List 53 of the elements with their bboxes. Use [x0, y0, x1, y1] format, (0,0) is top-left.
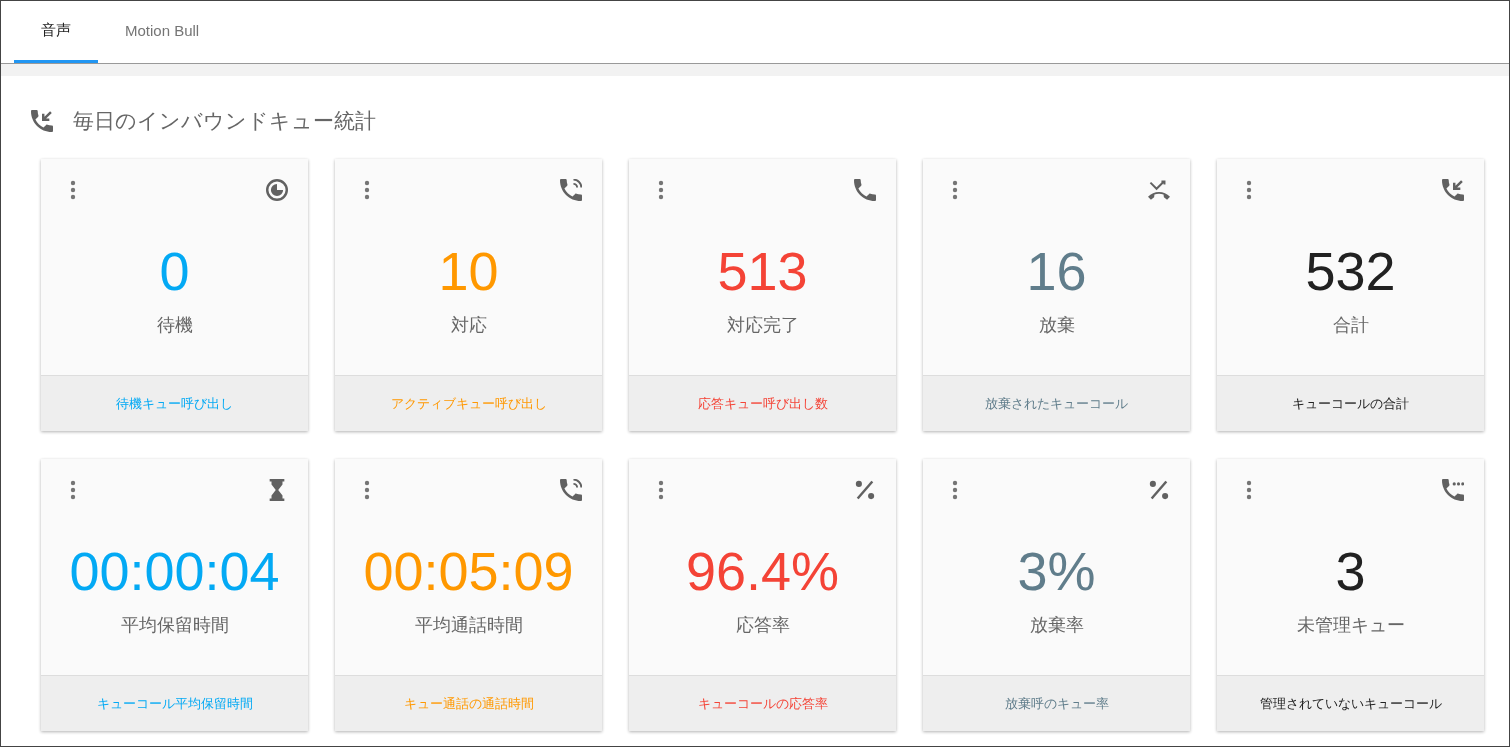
percent-icon: [854, 479, 876, 501]
footer-text: 待機キュー呼び出し: [116, 394, 233, 413]
footer-text: アクティブキュー呼び出し: [390, 394, 547, 413]
percent-icon: [1148, 479, 1170, 501]
stat-value: 16: [1026, 241, 1087, 301]
footer-text: キューコールの応答率: [697, 694, 828, 713]
stat-value: 00:00:04: [69, 541, 280, 601]
phone-dots-icon: [1442, 479, 1464, 501]
footer-text: キューコールの合計: [1292, 394, 1409, 413]
stat-label: 対応完了: [726, 314, 799, 337]
more-options-icon[interactable]: [364, 480, 370, 500]
more-options-icon[interactable]: [658, 180, 664, 200]
more-options-icon[interactable]: [658, 480, 664, 500]
missed-call-icon: [1148, 179, 1170, 201]
more-options-icon[interactable]: [1246, 480, 1252, 500]
stat-value: 00:05:09: [363, 541, 574, 601]
stat-value: 96.4%: [685, 541, 840, 601]
stat-value: 0: [159, 241, 190, 301]
stat-label: 放棄: [1038, 314, 1075, 337]
phone-icon: [854, 179, 876, 201]
stat-value: 10: [438, 241, 499, 301]
ringing-phone-icon: [560, 479, 582, 501]
stat-value: 532: [1305, 241, 1396, 301]
more-options-icon[interactable]: [952, 480, 958, 500]
more-options-icon[interactable]: [364, 180, 370, 200]
more-options-icon[interactable]: [1246, 180, 1252, 200]
incoming-call-icon: [31, 110, 53, 132]
more-options-icon[interactable]: [70, 180, 76, 200]
incoming-call-icon: [1442, 179, 1464, 201]
section-title: 毎日のインバウンドキュー統計: [73, 108, 376, 134]
stat-label: 未管理キュー: [1296, 614, 1405, 637]
footer-text: キュー通話の通話時間: [403, 694, 534, 713]
stat-label: 待機: [156, 314, 193, 337]
footer-text: 応答キュー呼び出し数: [697, 394, 828, 413]
ringing-phone-icon: [560, 179, 582, 201]
stat-label: 平均保留時間: [120, 614, 229, 637]
stat-value: 513: [717, 241, 808, 301]
more-options-icon[interactable]: [952, 180, 958, 200]
stat-value: 3: [1335, 541, 1366, 601]
stat-label: 応答率: [735, 614, 790, 637]
footer-text: 放棄されたキューコール: [985, 394, 1128, 413]
tab[interactable]: Motion Bull: [98, 1, 227, 63]
footer-text: 放棄呼のキュー率: [1004, 694, 1109, 713]
stat-value: 3%: [1017, 541, 1096, 601]
stat-label: 平均通話時間: [414, 614, 523, 637]
footer-text: 管理されていないキューコール: [1259, 694, 1442, 713]
stat-label: 対応: [450, 314, 487, 337]
stat-label: 合計: [1332, 314, 1369, 337]
tab[interactable]: 音声: [14, 1, 98, 63]
footer-text: キューコール平均保留時間: [96, 694, 253, 713]
clock-icon: [266, 179, 288, 201]
more-options-icon[interactable]: [70, 480, 76, 500]
stat-label: 放棄率: [1029, 614, 1084, 637]
